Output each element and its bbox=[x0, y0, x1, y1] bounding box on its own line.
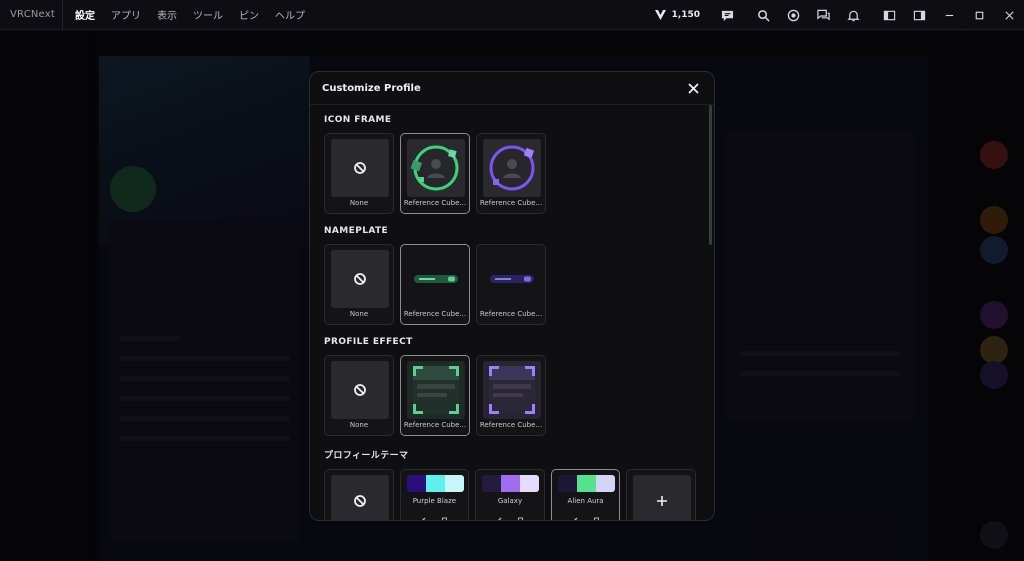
profile-effect-option-purple[interactable]: Reference Cube... bbox=[476, 355, 546, 436]
theme-name: Galaxy bbox=[497, 497, 523, 505]
menu-bar: 設定 アプリ 表示 ツール ピン ヘルプ bbox=[62, 0, 313, 30]
credits-display[interactable]: 1,150 bbox=[654, 9, 700, 21]
profile-effect-options: None Reference Cube... Reference Cube... bbox=[324, 355, 696, 436]
menu-tools[interactable]: ツール bbox=[185, 7, 231, 22]
maximize-icon bbox=[975, 11, 983, 19]
prohibited-icon bbox=[354, 162, 366, 174]
section-title-profile-effect: PROFILE EFFECT bbox=[324, 337, 413, 347]
maximize-button[interactable] bbox=[964, 0, 994, 30]
nameplate-option-purple[interactable]: Reference Cube... bbox=[476, 244, 546, 325]
trash-icon[interactable] bbox=[441, 516, 448, 521]
section-title-profile-theme: プロフィールテーマ bbox=[324, 451, 409, 461]
profile-theme-options: Purple Blaze Galaxy Alien Aura bbox=[324, 469, 696, 521]
section-title-icon-frame: ICON FRAME bbox=[324, 115, 392, 125]
option-label: None bbox=[349, 199, 369, 207]
edit-icon[interactable] bbox=[572, 516, 579, 521]
edit-icon[interactable] bbox=[420, 516, 427, 521]
minimize-button[interactable] bbox=[934, 0, 964, 30]
menu-settings[interactable]: 設定 bbox=[67, 7, 103, 22]
theme-swatches bbox=[406, 475, 464, 492]
notifications-button[interactable] bbox=[838, 0, 868, 30]
messages-icon bbox=[816, 9, 830, 20]
search-button[interactable] bbox=[748, 0, 778, 30]
theme-name: Alien Aura bbox=[567, 497, 604, 505]
green-profile-effect-preview bbox=[413, 366, 459, 414]
customize-profile-modal: Customize Profile ICON FRAME None Refere… bbox=[309, 71, 715, 521]
green-nameplate-preview bbox=[414, 275, 458, 283]
toggle-right-panel-button[interactable] bbox=[904, 0, 934, 30]
sidebar-left-icon bbox=[883, 10, 895, 20]
profile-effect-option-green[interactable]: Reference Cube... bbox=[400, 355, 470, 436]
chat-bubble-button[interactable] bbox=[712, 0, 742, 30]
purple-profile-effect-preview bbox=[489, 366, 535, 414]
purple-icon-frame-preview bbox=[489, 145, 535, 191]
trash-icon[interactable] bbox=[517, 516, 524, 521]
sidebar-right-icon bbox=[913, 10, 925, 20]
profile-theme-option-none[interactable] bbox=[324, 469, 394, 520]
theme-swatches bbox=[557, 475, 615, 492]
icon-frame-option-purple[interactable]: Reference Cube... bbox=[476, 133, 546, 214]
messages-button[interactable] bbox=[808, 0, 838, 30]
close-modal-button[interactable] bbox=[684, 79, 702, 97]
toggle-left-panel-button[interactable] bbox=[874, 0, 904, 30]
profile-effect-option-none[interactable]: None bbox=[324, 355, 394, 436]
menu-pin[interactable]: ピン bbox=[231, 7, 267, 22]
menu-apps[interactable]: アプリ bbox=[103, 7, 149, 22]
modal-title: Customize Profile bbox=[322, 82, 421, 94]
modal-header: Customize Profile bbox=[310, 72, 714, 105]
menu-view[interactable]: 表示 bbox=[149, 7, 185, 22]
theme-swatches bbox=[482, 475, 540, 492]
green-icon-frame-preview bbox=[410, 145, 459, 191]
close-icon bbox=[1004, 10, 1014, 20]
menu-help[interactable]: ヘルプ bbox=[267, 7, 313, 22]
prohibited-icon bbox=[354, 384, 366, 396]
add-theme-button[interactable] bbox=[626, 469, 696, 520]
title-bar: VRCNext 設定 アプリ 表示 ツール ピン ヘルプ 1,150 bbox=[0, 0, 1024, 30]
theme-option-galaxy[interactable]: Galaxy bbox=[475, 469, 545, 521]
option-label: None bbox=[349, 310, 369, 318]
theme-name: Purple Blaze bbox=[412, 497, 457, 505]
plus-icon bbox=[657, 496, 668, 506]
option-label: Reference Cube... bbox=[479, 199, 543, 207]
option-label: Reference Cube... bbox=[479, 421, 543, 429]
app-title: VRCNext bbox=[10, 9, 55, 20]
prohibited-icon bbox=[354, 273, 366, 285]
vrc-credits-icon bbox=[654, 10, 666, 20]
modal-body: ICON FRAME None Reference Cube... Refere… bbox=[310, 105, 710, 521]
chat-bubble-icon bbox=[721, 10, 733, 21]
purple-nameplate-preview bbox=[490, 275, 534, 283]
close-icon bbox=[687, 82, 699, 94]
option-label: Reference Cube... bbox=[403, 199, 467, 207]
credits-value: 1,150 bbox=[671, 10, 700, 20]
edit-icon[interactable] bbox=[496, 516, 503, 521]
target-icon bbox=[787, 9, 799, 21]
prohibited-icon bbox=[354, 495, 366, 507]
icon-frame-option-green[interactable]: Reference Cube... bbox=[400, 133, 470, 214]
theme-option-purple-blaze[interactable]: Purple Blaze bbox=[399, 469, 470, 521]
search-icon bbox=[757, 9, 770, 22]
scroll-thumb[interactable] bbox=[709, 105, 712, 245]
section-title-nameplate: NAMEPLATE bbox=[324, 226, 389, 236]
option-label: None bbox=[349, 421, 369, 429]
icon-frame-options: None Reference Cube... Reference Cube... bbox=[324, 133, 696, 214]
record-button[interactable] bbox=[778, 0, 808, 30]
nameplate-option-none[interactable]: None bbox=[324, 244, 394, 325]
close-window-button[interactable] bbox=[994, 0, 1024, 30]
option-label: Reference Cube... bbox=[479, 310, 543, 318]
modal-scrollbar[interactable] bbox=[708, 105, 712, 520]
minimize-icon bbox=[945, 14, 953, 16]
nameplate-options: None Reference Cube... Reference Cube... bbox=[324, 244, 696, 325]
trash-icon[interactable] bbox=[593, 516, 600, 521]
icon-frame-option-none[interactable]: None bbox=[324, 133, 394, 214]
option-label: Reference Cube... bbox=[403, 310, 467, 318]
bell-icon bbox=[846, 10, 860, 21]
nameplate-option-green[interactable]: Reference Cube... bbox=[400, 244, 470, 325]
theme-option-alien-aura[interactable]: Alien Aura bbox=[550, 469, 621, 521]
option-label: Reference Cube... bbox=[403, 421, 467, 429]
